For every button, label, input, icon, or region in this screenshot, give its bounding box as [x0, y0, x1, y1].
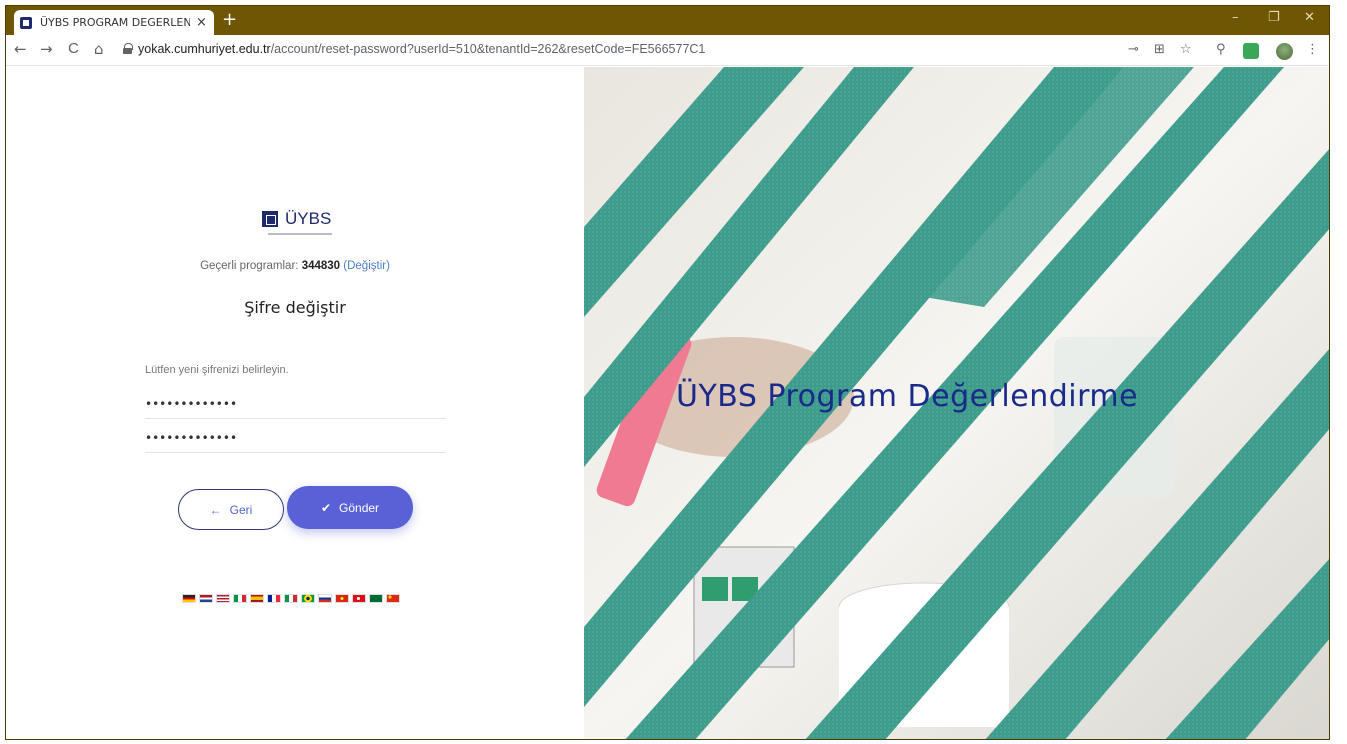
- current-program-code: 344830: [301, 260, 341, 272]
- flag-br-icon[interactable]: [301, 594, 315, 603]
- minimize-button[interactable]: –: [1232, 10, 1239, 25]
- browser-tab[interactable]: ÜYBS PROGRAM DEGERLENDİRM ×: [14, 10, 214, 35]
- logo-icon: [262, 211, 278, 227]
- reset-password-panel: ÜYBS Geçerli programlar: 344830 (Değişti…: [6, 67, 584, 739]
- lock-icon: [123, 43, 133, 54]
- language-selector: [182, 594, 400, 603]
- logo-text: ÜYBS: [285, 209, 332, 228]
- uybs-logo: ÜYBS: [262, 209, 331, 229]
- flag-sa-icon[interactable]: [369, 594, 383, 603]
- flag-en-icon[interactable]: [216, 594, 230, 603]
- forward-button[interactable]: →: [40, 40, 53, 58]
- tab-close-icon[interactable]: ×: [196, 15, 207, 30]
- shield-extension-icon[interactable]: [1243, 43, 1259, 59]
- flag-it-icon[interactable]: [233, 594, 247, 603]
- logo-underline: [268, 233, 332, 235]
- flag-tr-icon[interactable]: [352, 594, 366, 603]
- back-button[interactable]: ←: [14, 40, 27, 58]
- flag-de-icon[interactable]: [182, 594, 196, 603]
- menu-icon[interactable]: ⋮: [1306, 42, 1319, 57]
- home-button[interactable]: ⌂: [94, 40, 104, 58]
- tab-title: ÜYBS PROGRAM DEGERLENDİRM: [40, 16, 190, 29]
- address-bar[interactable]: yokak.cumhuriyet.edu.tr/account/reset-pa…: [138, 42, 705, 56]
- url-path: /account/reset-password?userId=510&tenan…: [270, 42, 706, 56]
- translate-icon[interactable]: ⊞: [1154, 42, 1165, 57]
- back-label: Geri: [229, 502, 253, 517]
- confirm-password-field[interactable]: [145, 423, 446, 453]
- new-tab-button[interactable]: +: [222, 10, 237, 30]
- favicon-icon: [20, 16, 32, 29]
- change-program-link[interactable]: Değiştir: [347, 260, 386, 272]
- reload-button[interactable]: C: [68, 40, 79, 57]
- hero-panel: ÜYBS Program Değerlendirme: [584, 67, 1329, 739]
- browser-window: ÜYBS PROGRAM DEGERLENDİRM × + – ❐ ✕ ← → …: [5, 5, 1330, 740]
- address-toolbar: ← → C ⌂ yokak.cumhuriyet.edu.tr/account/…: [6, 35, 1329, 66]
- restore-button[interactable]: ❐: [1268, 10, 1280, 25]
- flag-fr-icon[interactable]: [267, 594, 281, 603]
- url-host: yokak.cumhuriyet.edu.tr: [138, 42, 271, 56]
- new-password-field[interactable]: [145, 389, 446, 419]
- page-content: ÜYBS Geçerli programlar: 344830 (Değişti…: [6, 67, 1329, 739]
- flag-ru-icon[interactable]: [318, 594, 332, 603]
- current-program: Geçerli programlar: 344830 (Değiştir): [200, 260, 390, 272]
- extension-icon[interactable]: ⚲: [1216, 42, 1226, 57]
- profile-avatar[interactable]: [1276, 43, 1293, 60]
- tab-bar: ÜYBS PROGRAM DEGERLENDİRM × + – ❐ ✕: [6, 6, 1329, 35]
- flag-it2-icon[interactable]: [284, 594, 298, 603]
- submit-label: Gönder: [339, 500, 380, 515]
- key-icon[interactable]: ⊸: [1128, 42, 1139, 57]
- submit-button[interactable]: ✔ Gönder: [287, 486, 413, 529]
- page-title: Şifre değiştir: [244, 298, 346, 317]
- flag-cn-icon[interactable]: [386, 594, 400, 603]
- arrow-left-icon: ←: [209, 502, 222, 517]
- flag-nl-icon[interactable]: [199, 594, 213, 603]
- flag-es-icon[interactable]: [250, 594, 264, 603]
- back-button-form[interactable]: ← Geri: [178, 489, 284, 530]
- form-hint: Lütfen yeni şifrenizi belirleyin.: [145, 364, 289, 376]
- hero-title: ÜYBS Program Değerlendirme: [676, 379, 1139, 414]
- check-icon: ✔: [320, 500, 332, 515]
- flag-vn-icon[interactable]: [335, 594, 349, 603]
- close-window-button[interactable]: ✕: [1304, 10, 1315, 25]
- current-program-label: Geçerli programlar:: [200, 260, 299, 272]
- star-icon[interactable]: ☆: [1180, 42, 1192, 57]
